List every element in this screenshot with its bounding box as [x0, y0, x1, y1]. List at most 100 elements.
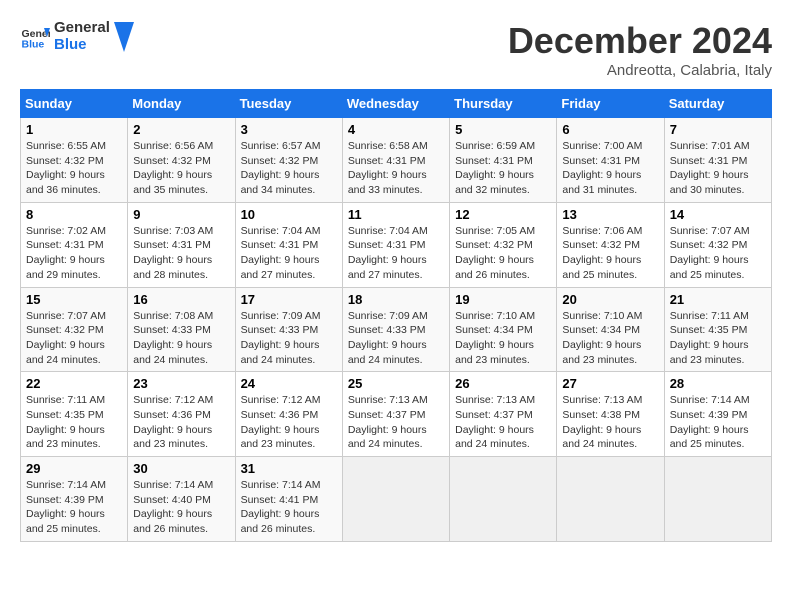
day-info: Sunrise: 7:02 AM Sunset: 4:31 PM Dayligh…	[26, 224, 122, 283]
calendar-cell: 16Sunrise: 7:08 AM Sunset: 4:33 PM Dayli…	[128, 287, 235, 372]
day-info: Sunrise: 7:01 AM Sunset: 4:31 PM Dayligh…	[670, 139, 766, 198]
calendar-cell: 27Sunrise: 7:13 AM Sunset: 4:38 PM Dayli…	[557, 372, 664, 457]
calendar-cell: 22 Sunrise: 7:11 AM Sunset: 4:35 PM Dayli…	[21, 372, 128, 457]
logo-icon: General Blue	[20, 22, 50, 52]
calendar-cell: 25Sunrise: 7:13 AM Sunset: 4:37 PM Dayli…	[342, 372, 449, 457]
day-number: 15	[26, 292, 122, 307]
calendar-cell: 4 Sunrise: 6:58 AM Sunset: 4:31 PM Daylig…	[342, 118, 449, 203]
day-info: Sunrise: 7:04 AM Sunset: 4:31 PM Dayligh…	[348, 224, 444, 283]
week-row-1: 1 Sunrise: 6:55 AM Sunset: 4:32 PM Daylig…	[21, 118, 772, 203]
day-number: 31	[241, 461, 337, 476]
calendar-cell: 21 Sunrise: 7:11 AM Sunset: 4:35 PM Dayli…	[664, 287, 771, 372]
calendar-cell: 1 Sunrise: 6:55 AM Sunset: 4:32 PM Daylig…	[21, 118, 128, 203]
day-info: Sunrise: 6:55 AM Sunset: 4:32 PM Dayligh…	[26, 139, 122, 198]
day-info: Sunrise: 7:13 AM Sunset: 4:38 PM Dayligh…	[562, 393, 658, 452]
calendar-cell	[557, 457, 664, 542]
day-number: 22	[26, 376, 122, 391]
day-info: Sunrise: 7:03 AM Sunset: 4:31 PM Dayligh…	[133, 224, 229, 283]
calendar-cell: 10 Sunrise: 7:04 AM Sunset: 4:31 PM Dayli…	[235, 202, 342, 287]
day-number: 30	[133, 461, 229, 476]
day-info: Sunrise: 7:07 AM Sunset: 4:32 PM Dayligh…	[670, 224, 766, 283]
calendar-table: SundayMondayTuesdayWednesdayThursdayFrid…	[20, 89, 772, 542]
week-row-3: 15 Sunrise: 7:07 AM Sunset: 4:32 PM Dayli…	[21, 287, 772, 372]
day-number: 2	[133, 122, 229, 137]
day-info: Sunrise: 7:13 AM Sunset: 4:37 PM Dayligh…	[348, 393, 444, 452]
page-header: General Blue General Blue December 2024 …	[20, 20, 772, 79]
day-number: 13	[562, 207, 658, 222]
day-info: Sunrise: 7:04 AM Sunset: 4:31 PM Dayligh…	[241, 224, 337, 283]
calendar-cell	[342, 457, 449, 542]
day-info: Sunrise: 6:58 AM Sunset: 4:31 PM Dayligh…	[348, 139, 444, 198]
day-number: 3	[241, 122, 337, 137]
calendar-cell: 13 Sunrise: 7:06 AM Sunset: 4:32 PM Dayli…	[557, 202, 664, 287]
day-number: 12	[455, 207, 551, 222]
title-block: December 2024 Andreotta, Calabria, Italy	[508, 20, 772, 79]
calendar-cell: 14 Sunrise: 7:07 AM Sunset: 4:32 PM Dayli…	[664, 202, 771, 287]
day-number: 9	[133, 207, 229, 222]
day-number: 10	[241, 207, 337, 222]
day-number: 19	[455, 292, 551, 307]
day-number: 4	[348, 122, 444, 137]
day-info: Sunrise: 6:57 AM Sunset: 4:32 PM Dayligh…	[241, 139, 337, 198]
calendar-cell: 28 Sunrise: 7:14 AM Sunset: 4:39 PM Dayli…	[664, 372, 771, 457]
calendar-cell: 29Sunrise: 7:14 AM Sunset: 4:39 PM Dayli…	[21, 457, 128, 542]
header-day-monday: Monday	[128, 90, 235, 118]
calendar-cell: 3 Sunrise: 6:57 AM Sunset: 4:32 PM Daylig…	[235, 118, 342, 203]
calendar-cell: 8 Sunrise: 7:02 AM Sunset: 4:31 PM Daylig…	[21, 202, 128, 287]
day-number: 24	[241, 376, 337, 391]
day-info: Sunrise: 7:12 AM Sunset: 4:36 PM Dayligh…	[133, 393, 229, 452]
header-day-thursday: Thursday	[450, 90, 557, 118]
svg-text:Blue: Blue	[22, 38, 45, 50]
day-number: 1	[26, 122, 122, 137]
day-info: Sunrise: 7:00 AM Sunset: 4:31 PM Dayligh…	[562, 139, 658, 198]
day-info: Sunrise: 7:12 AM Sunset: 4:36 PM Dayligh…	[241, 393, 337, 452]
header-row: SundayMondayTuesdayWednesdayThursdayFrid…	[21, 90, 772, 118]
logo-general: General	[54, 20, 110, 37]
day-info: Sunrise: 7:13 AM Sunset: 4:37 PM Dayligh…	[455, 393, 551, 452]
day-number: 11	[348, 207, 444, 222]
day-info: Sunrise: 7:08 AM Sunset: 4:33 PM Dayligh…	[133, 309, 229, 368]
day-info: Sunrise: 7:14 AM Sunset: 4:40 PM Dayligh…	[133, 478, 229, 537]
header-day-wednesday: Wednesday	[342, 90, 449, 118]
day-number: 18	[348, 292, 444, 307]
day-info: Sunrise: 7:11 AM Sunset: 4:35 PM Dayligh…	[670, 309, 766, 368]
day-number: 20	[562, 292, 658, 307]
day-info: Sunrise: 7:14 AM Sunset: 4:39 PM Dayligh…	[670, 393, 766, 452]
day-number: 14	[670, 207, 766, 222]
day-number: 8	[26, 207, 122, 222]
day-number: 7	[670, 122, 766, 137]
calendar-cell	[450, 457, 557, 542]
calendar-title: December 2024	[508, 20, 772, 62]
calendar-cell: 26 Sunrise: 7:13 AM Sunset: 4:37 PM Dayli…	[450, 372, 557, 457]
calendar-cell: 2Sunrise: 6:56 AM Sunset: 4:32 PM Daylig…	[128, 118, 235, 203]
calendar-cell: 24 Sunrise: 7:12 AM Sunset: 4:36 PM Dayli…	[235, 372, 342, 457]
day-info: Sunrise: 7:10 AM Sunset: 4:34 PM Dayligh…	[455, 309, 551, 368]
header-day-sunday: Sunday	[21, 90, 128, 118]
calendar-cell: 12Sunrise: 7:05 AM Sunset: 4:32 PM Dayli…	[450, 202, 557, 287]
calendar-cell: 23 Sunrise: 7:12 AM Sunset: 4:36 PM Dayli…	[128, 372, 235, 457]
calendar-cell	[664, 457, 771, 542]
day-number: 23	[133, 376, 229, 391]
day-number: 21	[670, 292, 766, 307]
day-info: Sunrise: 6:59 AM Sunset: 4:31 PM Dayligh…	[455, 139, 551, 198]
calendar-cell: 6Sunrise: 7:00 AM Sunset: 4:31 PM Daylig…	[557, 118, 664, 203]
day-info: Sunrise: 7:10 AM Sunset: 4:34 PM Dayligh…	[562, 309, 658, 368]
calendar-cell: 18Sunrise: 7:09 AM Sunset: 4:33 PM Dayli…	[342, 287, 449, 372]
day-number: 28	[670, 376, 766, 391]
day-info: Sunrise: 7:11 AM Sunset: 4:35 PM Dayligh…	[26, 393, 122, 452]
day-number: 5	[455, 122, 551, 137]
day-info: Sunrise: 7:06 AM Sunset: 4:32 PM Dayligh…	[562, 224, 658, 283]
calendar-cell: 5 Sunrise: 6:59 AM Sunset: 4:31 PM Daylig…	[450, 118, 557, 203]
day-number: 26	[455, 376, 551, 391]
week-row-2: 8 Sunrise: 7:02 AM Sunset: 4:31 PM Daylig…	[21, 202, 772, 287]
calendar-cell: 11 Sunrise: 7:04 AM Sunset: 4:31 PM Dayli…	[342, 202, 449, 287]
day-info: Sunrise: 7:07 AM Sunset: 4:32 PM Dayligh…	[26, 309, 122, 368]
logo: General Blue General Blue	[20, 20, 134, 53]
calendar-cell: 7 Sunrise: 7:01 AM Sunset: 4:31 PM Daylig…	[664, 118, 771, 203]
calendar-cell: 31Sunrise: 7:14 AM Sunset: 4:41 PM Dayli…	[235, 457, 342, 542]
calendar-cell: 9 Sunrise: 7:03 AM Sunset: 4:31 PM Daylig…	[128, 202, 235, 287]
calendar-cell: 17Sunrise: 7:09 AM Sunset: 4:33 PM Dayli…	[235, 287, 342, 372]
calendar-cell: 19 Sunrise: 7:10 AM Sunset: 4:34 PM Dayli…	[450, 287, 557, 372]
header-day-tuesday: Tuesday	[235, 90, 342, 118]
week-row-4: 22 Sunrise: 7:11 AM Sunset: 4:35 PM Dayli…	[21, 372, 772, 457]
